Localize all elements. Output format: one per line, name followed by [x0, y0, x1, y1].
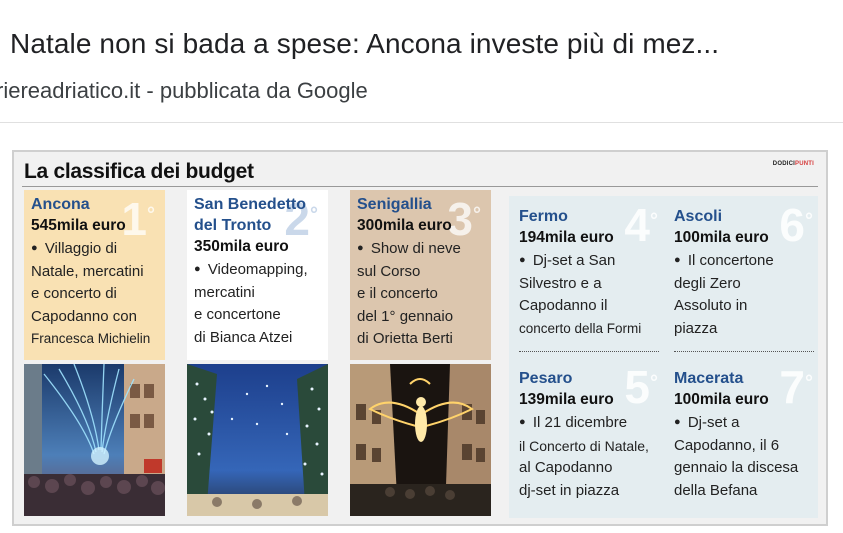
city-name: Macerata	[674, 370, 744, 387]
article-headline[interactable]: Natale non si bada a spese: Ancona inves…	[10, 28, 719, 60]
title-rule	[22, 186, 818, 187]
divider	[0, 122, 843, 123]
city-budget: 194mila euro	[519, 229, 614, 246]
ranking-cell-pesaro: 5° Pesaro 139mila euro ● Il 21 dicembre …	[519, 364, 664, 502]
photo-ancona-lights	[24, 364, 165, 516]
ranking-column-san-benedetto: 2° San Benedetto del Tronto 350mila euro…	[187, 190, 328, 518]
city-description: ● Villaggio di Natale, mercatini e conce…	[31, 240, 151, 346]
city-budget: 545mila euro	[31, 217, 126, 234]
city-description: ● Il 21 dicembre il Concerto di Natale, …	[519, 414, 649, 499]
city-description: ● Dj-set a San Silvestro e a Capodanno i…	[519, 252, 642, 336]
city-description: ● Il concertone degli Zero Assoluto in p…	[674, 252, 774, 337]
city-budget: 100mila euro	[674, 229, 769, 246]
dotted-separator	[674, 351, 814, 352]
city-budget: 139mila euro	[519, 391, 614, 408]
ranking-column-senigallia: 3° Senigallia 300mila euro ● Show di nev…	[350, 190, 491, 518]
ranking-cell-fermo: 4° Fermo 194mila euro ● Dj-set a San Sil…	[519, 202, 664, 340]
infographic-title: La classifica dei budget	[24, 160, 254, 183]
infographic-card[interactable]: La classifica dei budget DODICIPUNTI 1° …	[12, 150, 828, 526]
photo-san-benedetto-palms	[187, 364, 328, 516]
city-name: Pesaro	[519, 370, 573, 387]
ranking-header: 3° Senigallia 300mila euro ● Show di nev…	[350, 190, 491, 360]
article-source[interactable]: riereadriatico.it - pubblicata da Google	[0, 78, 368, 104]
city-description: ● Show di neve sul Corso e il concerto d…	[357, 240, 461, 347]
brand-logo: DODICIPUNTI	[772, 161, 814, 167]
ranking-header: 2° San Benedetto del Tronto 350mila euro…	[187, 190, 328, 360]
bullet-icon: ●	[519, 254, 526, 266]
city-name: San Benedetto del Tronto	[194, 196, 307, 234]
ranking-cell-macerata: 7° Macerata 100mila euro ● Dj-set a Capo…	[674, 364, 819, 502]
city-budget: 350mila euro	[194, 238, 289, 255]
city-description: ● Dj-set a Capodanno, il 6 gennaio la di…	[674, 414, 799, 499]
ranking-column-ancona: 1° Ancona 545mila euro ● Villaggio di Na…	[24, 190, 165, 518]
city-name: Fermo	[519, 208, 568, 225]
city-budget: 100mila euro	[674, 391, 769, 408]
bullet-icon: ●	[674, 254, 681, 266]
photo-senigallia-angel	[350, 364, 491, 516]
ranking-grid: 4° Fermo 194mila euro ● Dj-set a San Sil…	[509, 196, 818, 518]
bullet-icon: ●	[674, 416, 681, 428]
bullet-icon: ●	[519, 416, 526, 428]
bullet-icon: ●	[357, 242, 364, 254]
city-description: ● Videomapping, mercatini e concertone d…	[194, 261, 308, 346]
dotted-separator	[519, 351, 659, 352]
ranking-header: 1° Ancona 545mila euro ● Villaggio di Na…	[24, 190, 165, 360]
bullet-icon: ●	[31, 242, 38, 254]
bullet-icon: ●	[194, 263, 201, 275]
city-budget: 300mila euro	[357, 217, 452, 234]
city-name: Senigallia	[357, 196, 432, 213]
city-name: Ascoli	[674, 208, 723, 225]
ranking-cell-ascoli: 6° Ascoli 100mila euro ● Il concertone d…	[674, 202, 819, 340]
city-name: Ancona	[31, 196, 90, 213]
